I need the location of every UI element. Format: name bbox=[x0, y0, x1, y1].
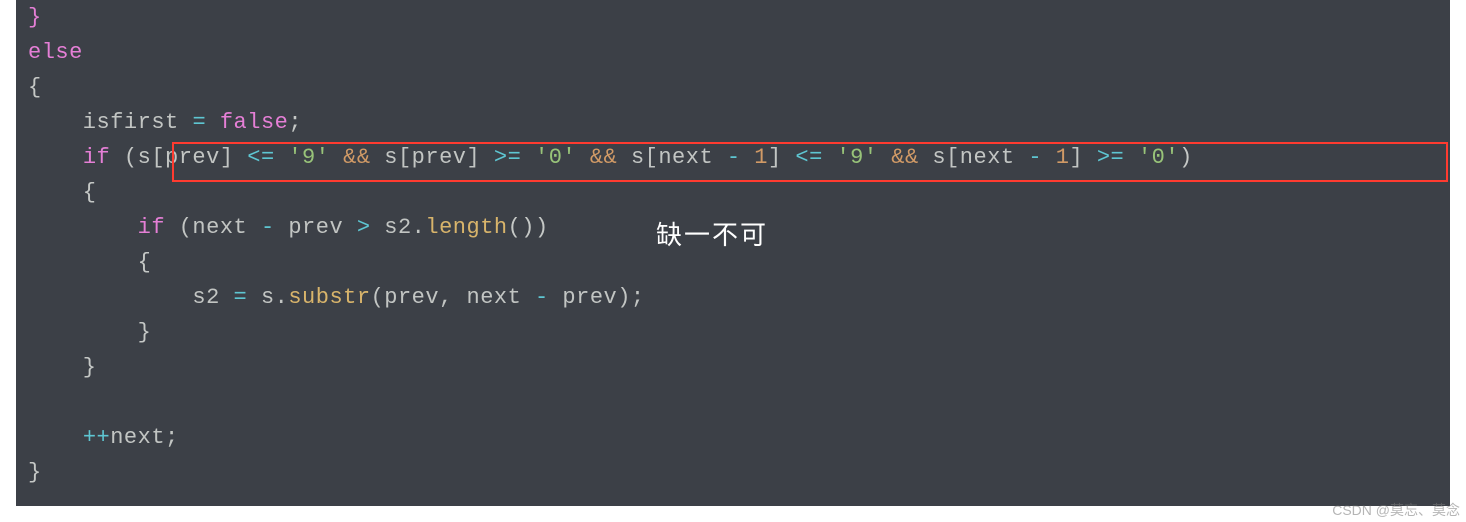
code-token: - bbox=[727, 145, 754, 170]
code-token: '0' bbox=[1138, 145, 1179, 170]
code-token: isfirst bbox=[28, 110, 192, 135]
code-line: else bbox=[28, 35, 1450, 70]
code-token: { bbox=[28, 250, 151, 275]
code-line: } bbox=[28, 350, 1450, 385]
watermark-text: CSDN @莫忘、莫念 bbox=[1332, 500, 1460, 520]
code-line: } bbox=[28, 0, 1450, 35]
code-token: '0' bbox=[535, 145, 590, 170]
code-token: 1 bbox=[754, 145, 768, 170]
code-token: - bbox=[1028, 145, 1055, 170]
code-token: else bbox=[28, 40, 83, 65]
code-token: s[prev] bbox=[138, 145, 248, 170]
code-token: } bbox=[28, 320, 151, 345]
code-token: { bbox=[28, 180, 97, 205]
code-token: s[prev] bbox=[384, 145, 494, 170]
code-token: && bbox=[590, 145, 631, 170]
code-token: '9' bbox=[836, 145, 891, 170]
code-line: { bbox=[28, 175, 1450, 210]
code-token: 1 bbox=[1056, 145, 1070, 170]
code-token: && bbox=[343, 145, 384, 170]
code-token: prev bbox=[288, 215, 357, 240]
code-token: } bbox=[28, 355, 97, 380]
code-token bbox=[28, 145, 83, 170]
code-token: ++ bbox=[83, 425, 110, 450]
code-token: ( bbox=[124, 145, 138, 170]
code-token: s[next bbox=[932, 145, 1028, 170]
code-token: > bbox=[357, 215, 384, 240]
code-token: (prev, next bbox=[371, 285, 535, 310]
code-token: false bbox=[220, 110, 289, 135]
code-token: prev); bbox=[562, 285, 644, 310]
code-token bbox=[28, 425, 83, 450]
code-token: s2 bbox=[28, 285, 234, 310]
code-token: ) bbox=[1179, 145, 1193, 170]
code-token: ()) bbox=[508, 215, 549, 240]
code-token: <= bbox=[247, 145, 288, 170]
code-token: if bbox=[83, 145, 124, 170]
code-line: { bbox=[28, 70, 1450, 105]
code-line: isfirst = false; bbox=[28, 105, 1450, 140]
code-token: substr bbox=[288, 285, 370, 310]
code-token: >= bbox=[494, 145, 535, 170]
code-token: - bbox=[535, 285, 562, 310]
code-token: - bbox=[261, 215, 288, 240]
code-area: }else{ isfirst = false; if (s[prev] <= '… bbox=[16, 0, 1450, 506]
code-token: >= bbox=[1097, 145, 1138, 170]
code-token: s[next bbox=[631, 145, 727, 170]
code-token: length bbox=[425, 215, 507, 240]
code-token: { bbox=[28, 75, 42, 100]
code-token: } bbox=[28, 460, 42, 485]
code-token: ] bbox=[1069, 145, 1096, 170]
code-line bbox=[28, 385, 1450, 420]
code-token: next; bbox=[110, 425, 179, 450]
code-token bbox=[28, 215, 138, 240]
code-token: '9' bbox=[288, 145, 343, 170]
code-token: = bbox=[234, 285, 261, 310]
code-line: } bbox=[28, 315, 1450, 350]
code-token: s2. bbox=[384, 215, 425, 240]
code-token: (next bbox=[179, 215, 261, 240]
annotation-text: 缺一不可 bbox=[656, 215, 768, 252]
code-line: ++next; bbox=[28, 420, 1450, 455]
code-token: } bbox=[28, 5, 42, 30]
code-line: } bbox=[28, 455, 1450, 490]
code-line: if (s[prev] <= '9' && s[prev] >= '0' && … bbox=[28, 140, 1450, 175]
code-line: s2 = s.substr(prev, next - prev); bbox=[28, 280, 1450, 315]
code-token: = bbox=[192, 110, 219, 135]
code-token: ; bbox=[288, 110, 302, 135]
code-token: <= bbox=[795, 145, 836, 170]
code-token: if bbox=[138, 215, 179, 240]
code-token: s. bbox=[261, 285, 288, 310]
code-token: ] bbox=[768, 145, 795, 170]
code-token: && bbox=[891, 145, 932, 170]
